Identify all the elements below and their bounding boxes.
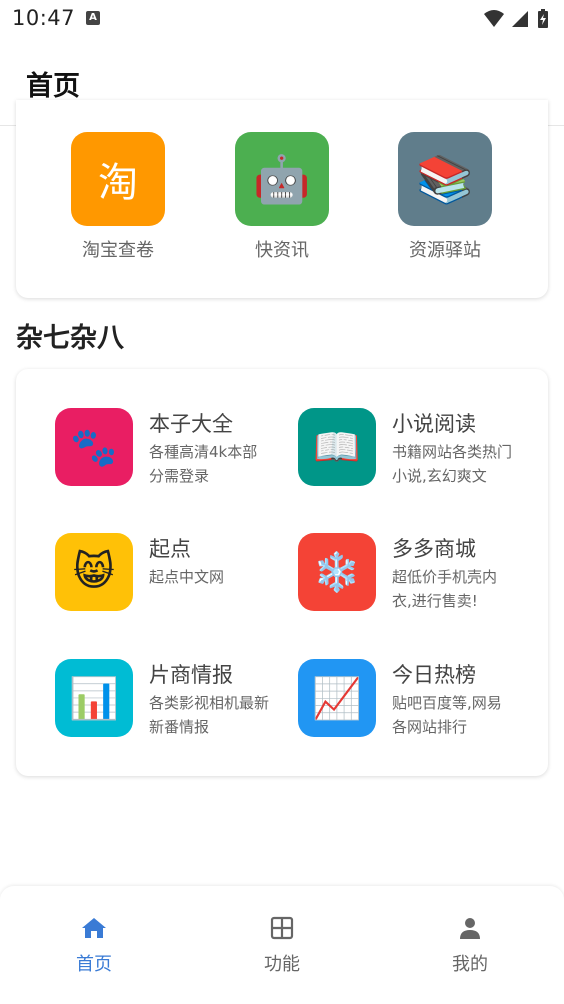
item-film-intel[interactable]: 📊 片商情报 各类影视相机最新新番情报 <box>55 659 295 739</box>
paw-icon: 🐾 <box>55 408 133 486</box>
signal-icon <box>512 11 528 27</box>
item-duoduo-mall[interactable]: ❄️ 多多商城 超低价手机壳内衣,进行售卖! <box>298 533 538 613</box>
tile-label: 资源驿站 <box>409 240 481 261</box>
grid-icon <box>270 916 294 940</box>
bar-chart-glyph: 📊 <box>69 675 119 722</box>
item-desc: 各種高清4k本部分需登录 <box>149 443 258 485</box>
robot-glyph: 🤖 <box>253 151 311 206</box>
item-desc: 书籍网站各类热门小说,玄幻爽文 <box>392 443 513 485</box>
bar-chart-icon: 📊 <box>55 659 133 737</box>
taobao-icon: 淘 <box>71 132 165 226</box>
item-title: 多多商城 <box>392 537 476 561</box>
tile-resources[interactable]: 📚 资源驿站 <box>380 132 510 262</box>
books-icon: 📚 <box>398 132 492 226</box>
item-desc: 起点中文网 <box>149 568 225 586</box>
nav-mine[interactable]: 我的 <box>420 916 520 976</box>
item-title: 今日热榜 <box>392 663 476 687</box>
item-desc: 超低价手机壳内衣,进行售卖! <box>392 568 498 610</box>
bottom-nav: 首页 功能 我的 <box>0 886 564 1004</box>
wifi-icon <box>484 10 504 27</box>
tile-label: 淘宝查卷 <box>82 240 154 261</box>
misc-grid-card: 🐾 本子大全 各種高清4k本部分需登录 📖 小说阅读 书籍网站各类热门小说,玄幻… <box>16 369 548 776</box>
snowflake-glyph: ❄️ <box>313 549 361 594</box>
item-desc: 各类影视相机最新新番情报 <box>149 694 270 736</box>
item-hot-list[interactable]: 📈 今日热榜 贴吧百度等,网易各网站排行 <box>298 659 538 739</box>
person-icon <box>460 918 480 939</box>
nav-functions[interactable]: 功能 <box>232 916 332 976</box>
item-title: 小说阅读 <box>392 412 476 436</box>
page-title: 首页 <box>26 71 80 102</box>
tile-taobao[interactable]: 淘 淘宝查卷 <box>53 132 183 262</box>
nav-home[interactable]: 首页 <box>44 916 144 976</box>
status-bar: 10:47 A <box>0 0 564 38</box>
item-benzi[interactable]: 🐾 本子大全 各種高清4k本部分需登录 <box>55 408 295 488</box>
cat-glyph: 😸 <box>73 549 115 595</box>
nav-label: 功能 <box>264 954 300 975</box>
open-book-icon: 📖 <box>298 408 376 486</box>
item-novel[interactable]: 📖 小说阅读 书籍网站各类热门小说,玄幻爽文 <box>298 408 538 488</box>
home-icon <box>82 918 106 938</box>
status-icons <box>482 8 552 34</box>
battery-icon <box>538 9 548 28</box>
tile-news[interactable]: 🤖 快资讯 <box>217 132 347 262</box>
item-title: 本子大全 <box>149 412 233 436</box>
item-desc: 贴吧百度等,网易各网站排行 <box>392 694 502 736</box>
tile-label: 快资讯 <box>255 240 309 261</box>
taobao-glyph: 淘 <box>98 160 138 206</box>
item-title: 起点 <box>149 537 191 561</box>
item-qidian[interactable]: 😸 起点 起点中文网 <box>55 533 295 613</box>
open-book-glyph: 📖 <box>313 424 361 469</box>
section-title: 杂七杂八 <box>16 323 124 354</box>
robot-icon: 🤖 <box>235 132 329 226</box>
item-title: 片商情报 <box>149 663 233 687</box>
trend-chart-glyph: 📈 <box>312 675 362 722</box>
snowflake-icon: ❄️ <box>298 533 376 611</box>
status-time: 10:47 <box>12 6 76 30</box>
nav-label: 我的 <box>452 954 488 975</box>
top-tiles-card: 淘 淘宝查卷 🤖 快资讯 📚 资源驿站 <box>16 100 548 298</box>
books-glyph: 📚 <box>416 151 474 206</box>
nav-label: 首页 <box>76 954 112 975</box>
paw-glyph: 🐾 <box>70 424 118 469</box>
trend-chart-icon: 📈 <box>298 659 376 737</box>
cat-icon: 😸 <box>55 533 133 611</box>
accessibility-badge-icon: A <box>86 11 100 25</box>
